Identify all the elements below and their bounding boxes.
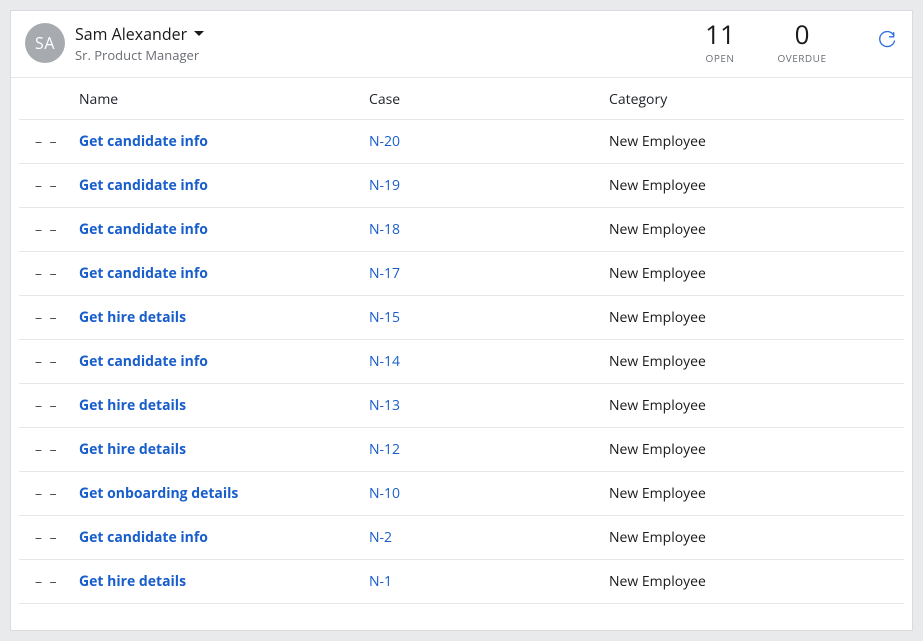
task-name-link[interactable]: Get candidate info xyxy=(79,132,208,151)
drag-handle-icon[interactable]: – – xyxy=(19,440,59,459)
case-link[interactable]: N-13 xyxy=(369,396,400,415)
stat-overdue: 0 OVERDUE xyxy=(776,21,828,65)
task-name-link[interactable]: Get onboarding details xyxy=(79,484,238,503)
case-link[interactable]: N-19 xyxy=(369,176,400,195)
drag-handle-icon[interactable]: – – xyxy=(19,572,59,591)
user-block: Sam Alexander Sr. Product Manager xyxy=(75,23,205,64)
category-label: New Employee xyxy=(609,352,706,371)
table-row: – – Get candidate info N-20 New Employee xyxy=(19,120,904,164)
column-header-name[interactable]: Name xyxy=(79,90,369,109)
category-label: New Employee xyxy=(609,132,706,151)
case-link[interactable]: N-15 xyxy=(369,308,400,327)
drag-handle-icon[interactable]: – – xyxy=(19,220,59,239)
case-link[interactable]: N-1 xyxy=(369,572,392,591)
drag-handle-icon[interactable]: – – xyxy=(19,396,59,415)
task-name-link[interactable]: Get candidate info xyxy=(79,220,208,239)
category-label: New Employee xyxy=(609,484,706,503)
stat-open: 11 OPEN xyxy=(694,21,746,65)
table-row: – – Get candidate info N-17 New Employee xyxy=(19,252,904,296)
drag-handle-icon[interactable]: – – xyxy=(19,484,59,503)
column-header-category[interactable]: Category xyxy=(609,90,904,109)
user-title: Sr. Product Manager xyxy=(75,46,205,64)
case-link[interactable]: N-18 xyxy=(369,220,400,239)
category-label: New Employee xyxy=(609,220,706,239)
table-row: – – Get hire details N-13 New Employee xyxy=(19,384,904,428)
category-label: New Employee xyxy=(609,396,706,415)
case-link[interactable]: N-20 xyxy=(369,132,400,151)
user-name: Sam Alexander xyxy=(75,23,187,45)
stat-overdue-value: 0 xyxy=(776,21,828,47)
table-body: – –Get candidate infoN-20New Employee– –… xyxy=(19,120,904,604)
stat-open-label: OPEN xyxy=(694,51,746,65)
table-row: – – Get hire details N-15 New Employee xyxy=(19,296,904,340)
drag-handle-icon[interactable]: – – xyxy=(19,264,59,283)
drag-handle-icon[interactable]: – – xyxy=(19,308,59,327)
table-header: Name Case Category xyxy=(19,78,904,120)
table-row: – – Get hire details N-1 New Employee xyxy=(19,560,904,604)
drag-handle-icon[interactable]: – – xyxy=(19,132,59,151)
column-header-case[interactable]: Case xyxy=(369,90,609,109)
task-table: Name Case Category – – Get candidate info… xyxy=(11,78,912,630)
task-name-link[interactable]: Get hire details xyxy=(79,440,186,459)
case-link[interactable]: N-2 xyxy=(369,528,392,547)
stat-open-value: 11 xyxy=(694,21,746,47)
worklist-card: SA Sam Alexander Sr. Product Manager 11 … xyxy=(10,10,913,631)
table-row: – – Get candidate info N-18 New Employee xyxy=(19,208,904,252)
case-link[interactable]: N-17 xyxy=(369,264,400,283)
refresh-icon xyxy=(877,31,897,56)
refresh-button[interactable] xyxy=(876,32,898,54)
table-row: – – Get onboarding details N-10 New Employe… xyxy=(19,472,904,516)
task-name-link[interactable]: Get candidate info xyxy=(79,176,208,195)
table-row: – – Get hire details N-12 New Employee xyxy=(19,428,904,472)
case-link[interactable]: N-14 xyxy=(369,352,400,371)
table-row: – – Get candidate info N-14 New Employee xyxy=(19,340,904,384)
task-name-link[interactable]: Get candidate info xyxy=(79,528,208,547)
category-label: New Employee xyxy=(609,440,706,459)
category-label: New Employee xyxy=(609,528,706,547)
category-label: New Employee xyxy=(609,264,706,283)
stat-overdue-label: OVERDUE xyxy=(776,51,828,65)
category-label: New Employee xyxy=(609,176,706,195)
task-name-link[interactable]: Get candidate info xyxy=(79,352,208,371)
category-label: New Employee xyxy=(609,572,706,591)
task-name-link[interactable]: Get hire details xyxy=(79,572,186,591)
drag-handle-icon[interactable]: – – xyxy=(19,176,59,195)
drag-handle-icon[interactable]: – – xyxy=(19,528,59,547)
case-link[interactable]: N-12 xyxy=(369,440,400,459)
avatar: SA xyxy=(25,23,65,63)
case-link[interactable]: N-10 xyxy=(369,484,400,503)
table-row: – – Get candidate info N-19 New Employee xyxy=(19,164,904,208)
task-name-link[interactable]: Get hire details xyxy=(79,308,186,327)
category-label: New Employee xyxy=(609,308,706,327)
user-selector[interactable]: Sam Alexander xyxy=(75,23,205,45)
caret-down-icon xyxy=(193,30,205,38)
task-name-link[interactable]: Get hire details xyxy=(79,396,186,415)
drag-handle-icon[interactable]: – – xyxy=(19,352,59,371)
header: SA Sam Alexander Sr. Product Manager 11 … xyxy=(11,11,912,78)
task-name-link[interactable]: Get candidate info xyxy=(79,264,208,283)
table-row: – – Get candidate info N-2 New Employee xyxy=(19,516,904,560)
stats: 11 OPEN 0 OVERDUE xyxy=(694,21,898,65)
